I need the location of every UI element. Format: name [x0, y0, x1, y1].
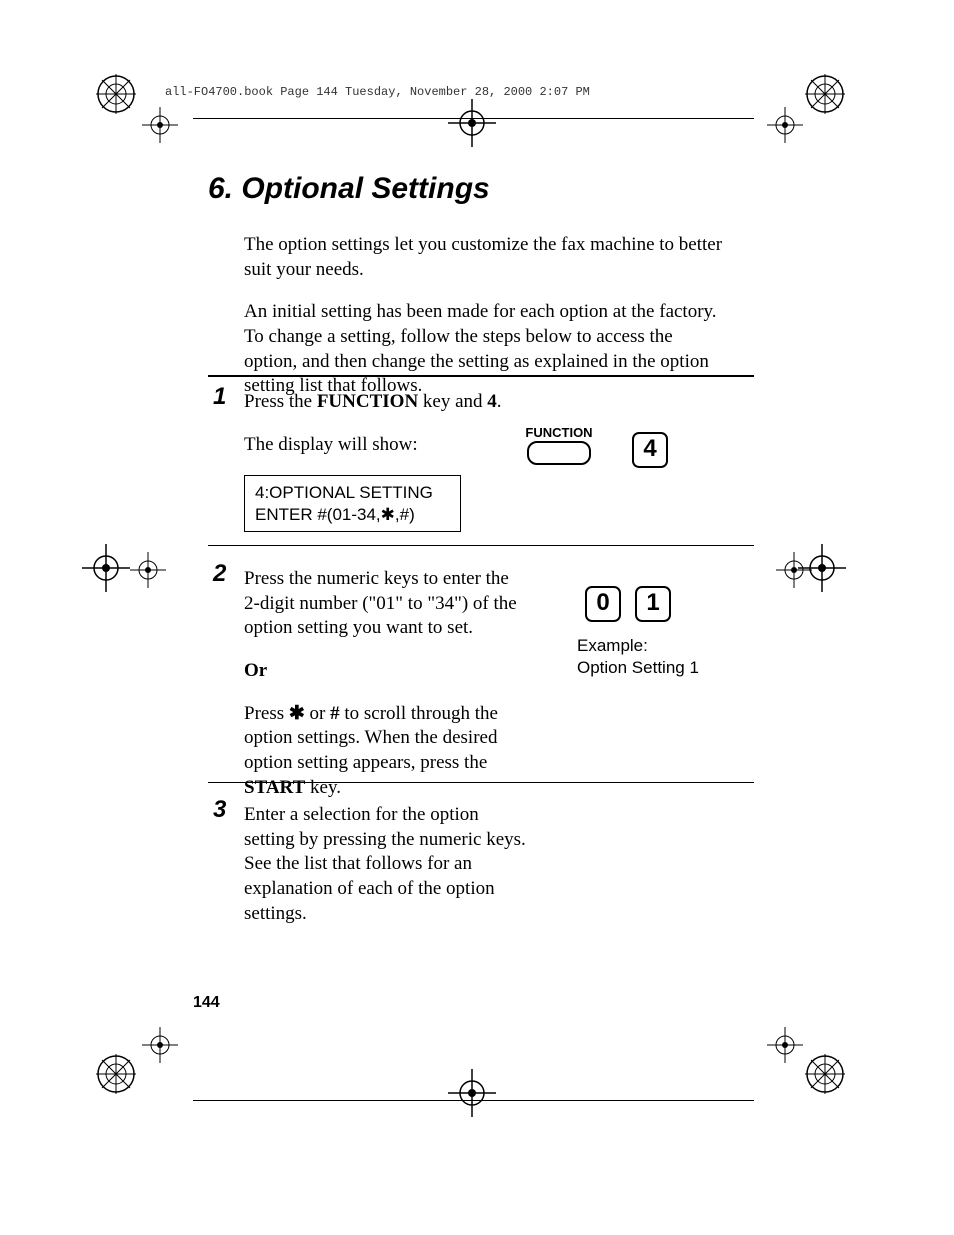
function-key-icon	[527, 441, 591, 465]
chapter-name: Optional Settings	[241, 172, 489, 205]
step-2-number: 2	[213, 560, 226, 588]
step-1-line2: The display will show:	[244, 433, 504, 458]
step-2-body: Press the numeric keys to enter the 2-di…	[244, 567, 524, 819]
start-key: START	[244, 777, 305, 798]
function-key-label: FUNCTION	[519, 425, 599, 440]
crosshair-icon	[444, 1065, 500, 1121]
numeric-keys-01: 0 1	[585, 586, 681, 622]
numeric-key-1-icon: 1	[635, 586, 671, 622]
step-2-p1: Press the numeric keys to enter the 2-di…	[244, 567, 524, 641]
numeric-key-0-icon: 0	[585, 586, 621, 622]
crosshair-icon	[78, 540, 134, 596]
small-crosshair-icon	[128, 550, 168, 590]
lcd-display-box: 4:OPTIONAL SETTING ENTER #(01-34,✱,#)	[244, 475, 461, 532]
numeric-key-4-icon: 4	[632, 432, 668, 468]
divider	[208, 375, 754, 377]
hash-key: #	[330, 703, 340, 724]
step-3-body: Enter a selection for the option setting…	[244, 803, 534, 926]
text: Press the	[244, 391, 317, 412]
text: key.	[305, 777, 341, 798]
step-1-body: Press the FUNCTION key and 4. The displa…	[244, 390, 504, 532]
chapter-number: 6.	[208, 172, 233, 205]
registration-mark-icon	[94, 1052, 138, 1096]
intro-p1: The option settings let you customize th…	[244, 233, 724, 282]
example-caption: Example: Option Setting 1	[577, 635, 699, 679]
text: key and	[418, 391, 487, 412]
chapter-title: 6. Optional Settings	[208, 172, 490, 206]
divider	[208, 782, 754, 783]
text: .	[497, 391, 502, 412]
star-key: ✱	[289, 703, 305, 724]
print-header: all-FO4700.book Page 144 Tuesday, Novemb…	[165, 85, 590, 99]
page-number: 144	[193, 994, 220, 1012]
function-keyword: FUNCTION	[317, 391, 418, 412]
function-key-graphic: FUNCTION	[519, 425, 599, 465]
example-line-2: Option Setting 1	[577, 657, 699, 679]
step-1-line1: Press the FUNCTION key and 4.	[244, 390, 504, 415]
example-line-1: Example:	[577, 635, 699, 657]
text: Press	[244, 703, 289, 724]
registration-mark-icon	[803, 72, 847, 116]
display-line-1: 4:OPTIONAL SETTING	[255, 482, 450, 503]
text: or	[305, 703, 330, 724]
step-2-p2: Press ✱ or # to scroll through the optio…	[244, 702, 524, 801]
divider	[208, 545, 754, 546]
key-4-text: 4	[487, 391, 497, 412]
small-crosshair-icon	[140, 1025, 180, 1065]
intro-p2: An initial setting has been made for eac…	[244, 300, 724, 399]
display-line-2: ENTER #(01-34,✱,#)	[255, 504, 450, 525]
crosshair-icon	[444, 95, 500, 151]
small-crosshair-icon	[774, 550, 814, 590]
registration-mark-icon	[94, 72, 138, 116]
small-crosshair-icon	[765, 105, 805, 145]
or-text: Or	[244, 660, 267, 681]
step-3-number: 3	[213, 796, 226, 824]
small-crosshair-icon	[140, 105, 180, 145]
step-3-p1: Enter a selection for the option setting…	[244, 803, 534, 926]
small-crosshair-icon	[765, 1025, 805, 1065]
registration-mark-icon	[803, 1052, 847, 1096]
step-1-number: 1	[213, 383, 226, 411]
step-2-or: Or	[244, 659, 524, 684]
